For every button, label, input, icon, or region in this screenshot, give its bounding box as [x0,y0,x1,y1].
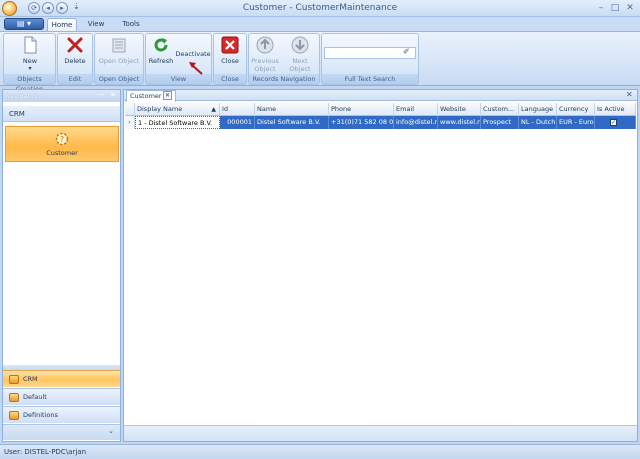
column-header-currency[interactable]: Currency [557,103,595,116]
window-title: Customer - CustomerMaintenance [242,3,398,13]
minimize-icon[interactable]: – [595,2,607,14]
group-label: Edit [58,74,92,84]
chevron-down-icon: ▾ [28,65,32,72]
refresh-label: Refresh [148,57,174,65]
refresh-icon [152,36,170,54]
group-label: Records Navigation [249,74,319,84]
open-object-button[interactable]: Open Object [97,36,141,65]
nav-section-crm: CRM [3,106,120,122]
group-label: Close [214,74,246,84]
deactivate-button[interactable]: Deactivate [175,50,211,58]
previous-object-label: Previous Object [251,57,279,73]
cell-currency[interactable]: EUR - Euro [557,116,595,129]
tab-home[interactable]: Home [47,18,77,32]
previous-object-button[interactable]: Previous Object [250,36,280,73]
next-object-label: Next Object [289,57,311,73]
close-button[interactable]: Close [216,36,244,65]
cell-id[interactable]: 000001 [220,116,255,129]
folder-icon [9,393,19,402]
new-button-label: New [22,57,38,65]
tab-view[interactable]: View [82,18,110,32]
is-active-checkbox[interactable]: ✓ [610,119,617,126]
deactivate-label: Deactivate [175,50,211,58]
nav-overflow-bar [3,424,120,440]
arrow-pointer-icon [186,60,204,78]
row-indicator-icon[interactable]: › [125,116,135,129]
chevron-down-icon[interactable]: ⌄ [108,427,114,435]
file-menu-button[interactable]: ▤ ▾ [4,18,44,30]
arrow-up-icon [256,36,274,54]
open-object-label: Open Object [98,57,140,65]
nav-button-definitions[interactable]: Definitions [3,406,120,423]
document-area [123,89,638,442]
arrow-down-icon [291,36,309,54]
customer-gear-icon: ? [54,131,70,147]
row-indicator-header [125,103,135,116]
pin-icon[interactable]: ⊣ [97,91,103,99]
close-document-icon[interactable]: ✕ [626,90,633,99]
maximize-icon[interactable]: □ [609,2,621,14]
nav-button-default[interactable]: Default [3,388,120,405]
sort-ascending-icon: ▲ [211,106,216,113]
tab-customer-label: Customer [130,92,162,100]
group-label: Full Text Search [322,74,418,84]
column-header-customer-type[interactable]: Custom... [481,103,519,116]
folder-icon [9,411,19,420]
new-document-icon [21,36,39,54]
column-header-name[interactable]: Name [255,103,329,116]
column-header-website[interactable]: Website [438,103,481,116]
column-header-email[interactable]: Email [394,103,438,116]
status-bar: User: DISTEL-PDC\arjan [0,444,640,459]
refresh-button[interactable]: Refresh [148,36,174,65]
open-object-icon [110,36,128,54]
folder-icon [9,375,19,384]
search-clear-icon[interactable]: ✐ [403,47,410,56]
column-header-phone[interactable]: Phone [329,103,394,116]
close-tab-icon[interactable]: ✕ [163,91,172,100]
group-label: Objects Creation [4,74,55,93]
cell-language[interactable]: NL - Dutch [519,116,557,129]
column-header-label: Display Name [137,105,183,113]
cell-email[interactable]: info@distel.nl [394,116,438,129]
group-label: Open Object [95,74,143,84]
cell-phone[interactable]: +31(0)71 582 08 00 [329,116,394,129]
close-label: Close [221,57,239,65]
delete-x-icon [66,36,84,54]
nav-button-crm[interactable]: CRM [3,370,120,387]
delete-button-label: Delete [64,57,86,65]
next-object-button[interactable]: Next Object [282,36,318,73]
status-user: User: DISTEL-PDC\arjan [4,448,87,456]
nav-item-customer[interactable]: ? Customer [5,126,119,162]
nav-button-label: CRM [23,375,38,383]
new-button[interactable]: New ▾ [12,36,48,73]
cell-website[interactable]: www.distel.nl [438,116,481,129]
close-window-icon[interactable]: ✕ [624,2,636,14]
navigation-title: Navigation [5,92,41,100]
column-header-language[interactable]: Language [519,103,557,116]
nav-button-label: Default [23,393,47,401]
cell-customer-type[interactable]: Prospect [481,116,519,129]
delete-button[interactable]: Delete [60,36,90,65]
close-icon [221,36,239,54]
nav-item-label: Customer [46,149,78,157]
tab-tools[interactable]: Tools [116,18,146,32]
cell-name[interactable]: Distel Software B.V. [255,116,329,129]
svg-text:?: ? [60,135,64,144]
close-pane-icon[interactable]: ✕ [110,91,116,99]
document-tab-strip [124,90,637,101]
column-header-display-name[interactable]: Display Name ▲ [135,103,220,116]
column-header-id[interactable]: Id [220,103,255,116]
grid-footer [124,425,637,441]
nav-button-label: Definitions [23,411,58,419]
cell-display-name[interactable]: 1 - Distel Software B.V. [135,116,220,129]
group-full-text-search: Full Text Search [321,33,419,85]
column-header-is-active[interactable]: Is Active [595,103,636,116]
